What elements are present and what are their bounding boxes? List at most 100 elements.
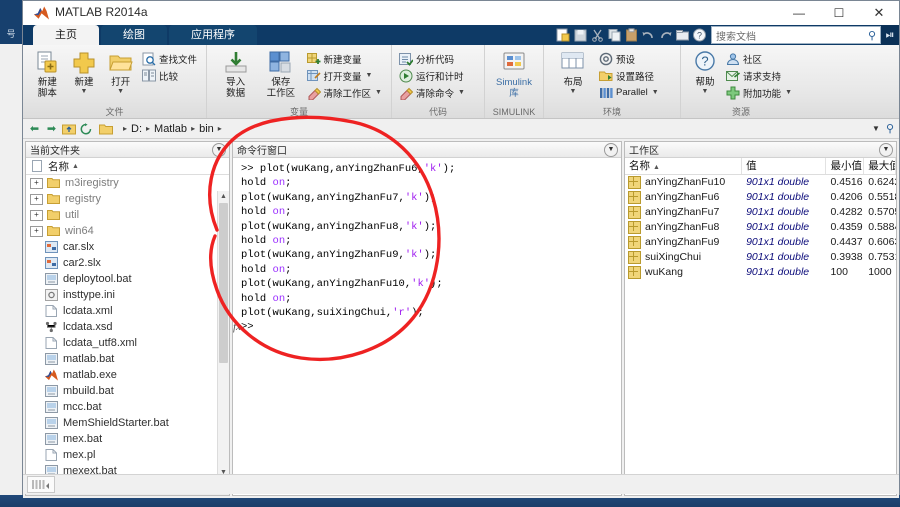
- chevron-down-icon[interactable]: ▼: [570, 88, 577, 96]
- chevron-down-icon[interactable]: ▼: [702, 88, 709, 96]
- file-list-item[interactable]: lcdata.xml: [26, 303, 229, 319]
- workspace-row[interactable]: anYingZhanFu6 901x1 double 0.4206 0.5518: [625, 190, 896, 205]
- breadcrumb-item-bin[interactable]: bin: [199, 123, 214, 135]
- chevron-down-icon[interactable]: ▼: [366, 72, 373, 79]
- expand-node-icon[interactable]: +: [30, 225, 43, 237]
- minimize-button[interactable]: —: [779, 1, 819, 25]
- clear-commands-button[interactable]: 清除命令 ▼: [396, 84, 468, 101]
- new-script-button[interactable]: 新建 脚本: [29, 48, 66, 99]
- chevron-down-icon[interactable]: ▼: [117, 88, 124, 96]
- open-button[interactable]: 打开 ▼: [102, 48, 139, 96]
- expand-node-icon[interactable]: +: [30, 177, 43, 189]
- file-list-item[interactable]: MemShieldStarter.bat: [26, 415, 229, 431]
- find-files-button[interactable]: 查找文件: [139, 50, 200, 67]
- back-arrow-icon[interactable]: ⬅: [27, 122, 42, 136]
- workspace-row[interactable]: anYingZhanFu10 901x1 double 0.4516 0.6242: [625, 175, 896, 190]
- help-button[interactable]: ? 帮助 ▼: [687, 48, 723, 96]
- open-variable-button[interactable]: 打开变量 ▼: [304, 67, 385, 84]
- file-list-item[interactable]: mcc.bat: [26, 399, 229, 415]
- community-button[interactable]: 社区: [723, 50, 795, 67]
- parallel-button[interactable]: Parallel ▼: [596, 84, 662, 101]
- chevron-down-icon[interactable]: ▼: [81, 88, 88, 96]
- chevron-down-icon[interactable]: ▼: [785, 89, 792, 96]
- new-variable-button[interactable]: 新建变量: [304, 50, 385, 67]
- workspace-row[interactable]: anYingZhanFu8 901x1 double 0.4359 0.5884: [625, 220, 896, 235]
- pane-options-icon[interactable]: ▼: [604, 143, 618, 157]
- file-list-item[interactable]: deploytool.bat: [26, 271, 229, 287]
- pane-options-icon[interactable]: ▼: [879, 143, 893, 157]
- simulink-library-button[interactable]: Simulink 库: [491, 48, 537, 99]
- file-list-item[interactable]: car.slx: [26, 239, 229, 255]
- expand-node-icon[interactable]: +: [30, 193, 43, 205]
- close-button[interactable]: ✕: [859, 1, 899, 25]
- file-list-scrollbar[interactable]: ▲ ▼: [217, 191, 229, 478]
- new-script-icon[interactable]: [556, 28, 571, 42]
- tab-apps[interactable]: 应用程序: [169, 25, 257, 45]
- file-list-item[interactable]: + m3iregistry: [26, 175, 229, 191]
- scrollbar-thumb[interactable]: [219, 203, 228, 363]
- undo-icon[interactable]: [641, 28, 656, 42]
- chevron-down-icon[interactable]: ▼: [872, 124, 880, 133]
- file-list-item[interactable]: mex.bat: [26, 431, 229, 447]
- workspace-row[interactable]: anYingZhanFu7 901x1 double 0.4282 0.5705: [625, 205, 896, 220]
- pane-options-icon[interactable]: ▼: [212, 143, 226, 157]
- preferences-button[interactable]: 预设: [596, 50, 662, 67]
- analyze-code-button[interactable]: 分析代码: [396, 50, 468, 67]
- workspace-column-max[interactable]: 最大值: [864, 158, 896, 174]
- file-list-item[interactable]: mbuild.bat: [26, 383, 229, 399]
- file-list-item[interactable]: matlab.exe: [26, 367, 229, 383]
- workspace-column-name[interactable]: 名称 ▲: [625, 158, 743, 174]
- file-list[interactable]: + m3iregistry + registry + util + win64 car.slx c…: [26, 175, 229, 478]
- cut-icon[interactable]: [590, 28, 605, 42]
- file-list-item[interactable]: matlab.bat: [26, 351, 229, 367]
- scroll-up-icon[interactable]: ▲: [218, 191, 229, 202]
- redo-icon[interactable]: [658, 28, 673, 42]
- fx-icon[interactable]: fx: [233, 320, 241, 334]
- paste-icon[interactable]: [624, 28, 639, 42]
- file-list-item[interactable]: mex.pl: [26, 447, 229, 463]
- search-input[interactable]: 搜索文档 ⚲: [711, 26, 881, 44]
- chevron-down-icon[interactable]: ▼: [458, 89, 465, 96]
- file-list-item[interactable]: insttype.ini: [26, 287, 229, 303]
- copy-icon[interactable]: [607, 28, 622, 42]
- collapse-ribbon-icon[interactable]: ⏯: [881, 25, 899, 45]
- add-ons-button[interactable]: 附加功能 ▼: [723, 84, 795, 101]
- chevron-down-icon[interactable]: ▼: [652, 89, 659, 96]
- breadcrumb-item-matlab[interactable]: Matlab: [154, 123, 187, 135]
- workspace-row[interactable]: wuKang 901x1 double 100 1000: [625, 265, 896, 280]
- browse-folder-icon[interactable]: [675, 28, 690, 42]
- request-support-button[interactable]: 请求支持: [723, 67, 795, 84]
- help-icon[interactable]: ?: [692, 28, 707, 42]
- save-icon[interactable]: [573, 28, 588, 42]
- search-icon[interactable]: ⚲: [886, 122, 894, 135]
- up-folder-icon[interactable]: [61, 122, 76, 136]
- chevron-down-icon[interactable]: ▼: [375, 89, 382, 96]
- workspace-row[interactable]: suiXingChui 901x1 double 0.3938 0.7531: [625, 250, 896, 265]
- forward-arrow-icon[interactable]: ➡: [44, 122, 59, 136]
- import-data-button[interactable]: 导入 数据: [213, 48, 258, 99]
- save-workspace-button[interactable]: 保存 工作区: [258, 48, 303, 99]
- clear-workspace-button[interactable]: 清除工作区 ▼: [304, 84, 385, 101]
- breadcrumb-item-drive[interactable]: D:: [131, 123, 142, 135]
- command-window-body[interactable]: >> plot(wuKang,anYingZhanFu6,'k'); hold o…: [233, 158, 621, 495]
- file-list-item[interactable]: + registry: [26, 191, 229, 207]
- background-window[interactable]: 号: [0, 0, 23, 495]
- workspace-row[interactable]: anYingZhanFu9 901x1 double 0.4437 0.6063: [625, 235, 896, 250]
- expand-node-icon[interactable]: +: [30, 209, 43, 221]
- workspace-column-value[interactable]: 值: [742, 158, 827, 174]
- tab-plots[interactable]: 绘图: [101, 25, 167, 45]
- compare-button[interactable]: 比较: [139, 67, 200, 84]
- file-list-item[interactable]: car2.slx: [26, 255, 229, 271]
- tab-home[interactable]: 主页: [33, 25, 99, 45]
- refresh-icon[interactable]: [78, 122, 93, 136]
- layout-button[interactable]: 布局 ▼: [550, 48, 596, 96]
- file-list-item[interactable]: + util: [26, 207, 229, 223]
- file-list-item[interactable]: + win64: [26, 223, 229, 239]
- workspace-table[interactable]: anYingZhanFu10901x1 double0.45160.6242an…: [625, 175, 896, 495]
- workspace-column-min[interactable]: 最小值: [826, 158, 865, 174]
- file-list-item[interactable]: lcdata_utf8.xml: [26, 335, 229, 351]
- set-path-button[interactable]: 设置路径: [596, 67, 662, 84]
- file-name-column-header[interactable]: 名称: [48, 159, 69, 174]
- maximize-button[interactable]: ☐: [819, 1, 859, 25]
- new-button[interactable]: 新建 ▼: [66, 48, 103, 96]
